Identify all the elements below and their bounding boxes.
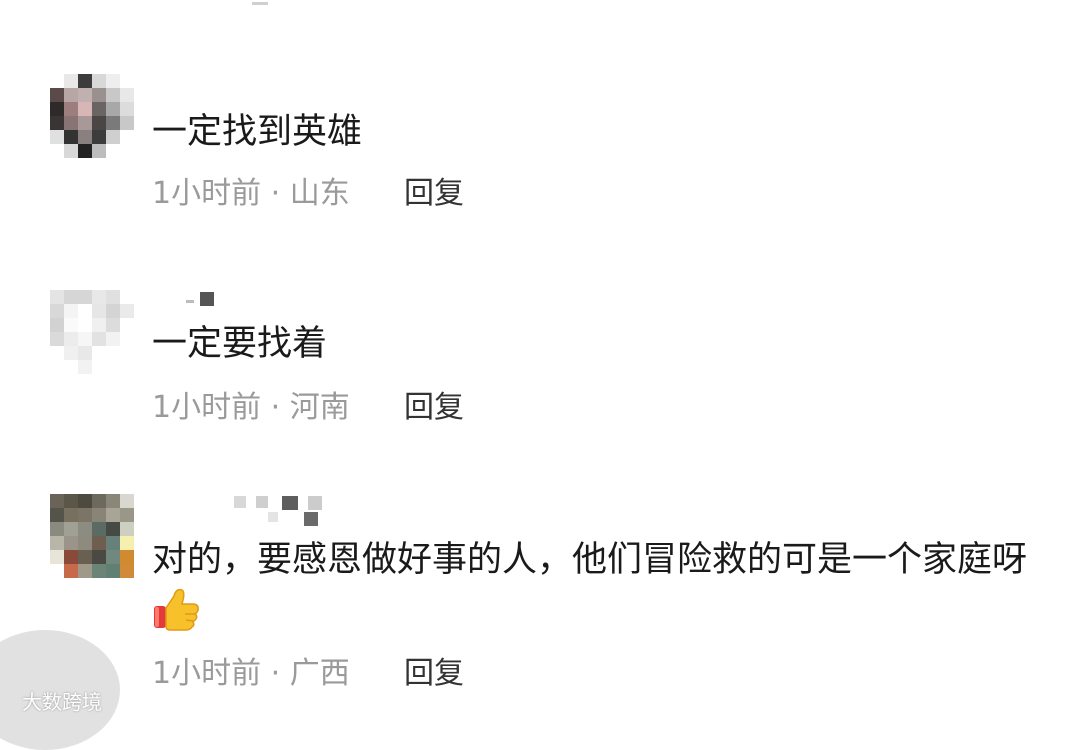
reply-button[interactable]: 回复 (404, 174, 464, 214)
comment-location: 广西 (289, 656, 350, 691)
comment-time: 1小时前 (152, 656, 262, 691)
username-blurred[interactable] (234, 496, 322, 510)
avatar[interactable] (50, 290, 134, 374)
thumbs-up-icon (152, 586, 200, 632)
comment-text: 对的，要感恩做好事的人，他们冒险救的可是一个家庭呀 (152, 534, 1040, 641)
username-blurred[interactable] (186, 292, 214, 306)
meta-separator: · (270, 390, 281, 425)
comment-text-content: 对的，要感恩做好事的人，他们冒险救的可是一个家庭呀 (152, 540, 1028, 580)
comment-text: 一定要找着 (152, 324, 328, 364)
reply-button[interactable]: 回复 (404, 654, 464, 694)
comment-time: 1小时前 (152, 176, 262, 211)
username-blurred-2 (268, 512, 318, 526)
comment-meta: 1小时前 · 山东 (152, 174, 350, 214)
comment-time: 1小时前 (152, 390, 262, 425)
watermark-text: 大数跨境 (22, 690, 102, 714)
comment-meta: 1小时前 · 河南 (152, 388, 350, 428)
divider (252, 2, 268, 5)
comment-text: 一定找到英雄 (152, 112, 363, 152)
meta-separator: · (270, 176, 281, 211)
comment-meta: 1小时前 · 广西 (152, 654, 350, 694)
comment-location: 山东 (289, 176, 350, 211)
meta-separator: · (270, 656, 281, 691)
avatar[interactable] (50, 74, 134, 158)
avatar[interactable] (50, 494, 134, 578)
comment-location: 河南 (289, 390, 350, 425)
reply-button[interactable]: 回复 (404, 388, 464, 428)
